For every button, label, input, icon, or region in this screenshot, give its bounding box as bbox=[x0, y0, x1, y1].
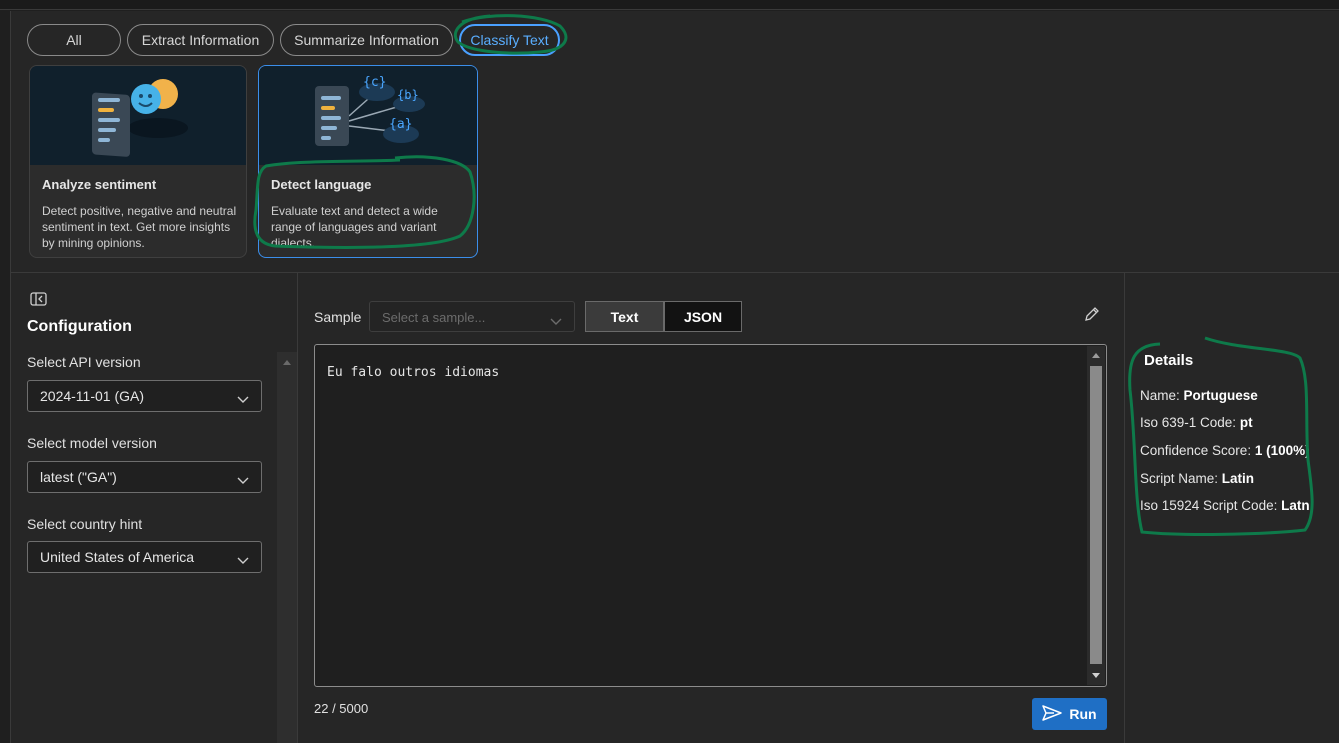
chevron-down-icon bbox=[237, 552, 249, 568]
char-count: 22 / 5000 bbox=[314, 701, 369, 716]
config-scrollbar[interactable] bbox=[277, 352, 297, 743]
tab-label: All bbox=[66, 32, 82, 48]
tab-label: Summarize Information bbox=[294, 32, 439, 48]
scroll-up-icon[interactable] bbox=[1091, 351, 1101, 359]
panel-collapse-icon[interactable] bbox=[30, 292, 47, 309]
tab-classify-text[interactable]: Classify Text bbox=[459, 24, 560, 56]
text-scrollbar[interactable] bbox=[1087, 346, 1105, 685]
tab-label: Classify Text bbox=[470, 32, 549, 48]
pencil-icon[interactable] bbox=[1083, 305, 1101, 326]
configuration-panel bbox=[10, 273, 298, 743]
svg-text:{b}: {b} bbox=[397, 88, 419, 102]
tab-label: Extract Information bbox=[141, 32, 260, 48]
scroll-down-icon[interactable] bbox=[1091, 672, 1101, 680]
detail-label: Iso 639-1 Code: bbox=[1140, 415, 1240, 430]
tab-all[interactable]: All bbox=[27, 24, 121, 56]
top-bar bbox=[0, 0, 1339, 10]
scroll-up-icon[interactable] bbox=[282, 358, 292, 366]
detail-value: pt bbox=[1239, 415, 1253, 430]
analyze-sentiment-illustration bbox=[30, 66, 246, 165]
run-label: Run bbox=[1069, 706, 1097, 722]
chevron-down-icon bbox=[237, 472, 249, 488]
model-version-value: latest ("GA") bbox=[40, 469, 117, 485]
card-description: Detect positive, negative and neutral se… bbox=[42, 204, 237, 250]
detail-name: Name: Portuguese bbox=[1140, 388, 1258, 403]
country-hint-label: Select country hint bbox=[27, 516, 143, 532]
detail-value: 1 (100%) bbox=[1254, 443, 1310, 458]
details-title: Details bbox=[1144, 352, 1194, 369]
api-version-label: Select API version bbox=[27, 354, 141, 370]
tab-extract-information[interactable]: Extract Information bbox=[127, 24, 274, 56]
detail-label: Script Name: bbox=[1140, 471, 1222, 486]
card-detect-language[interactable]: {c} {b} {a} Detect language Evaluate tex… bbox=[258, 65, 478, 258]
scrollbar-thumb[interactable] bbox=[1090, 366, 1102, 664]
detail-label: Iso 15924 Script Code: bbox=[1140, 498, 1282, 513]
chevron-down-icon bbox=[550, 313, 562, 329]
svg-text:{c}: {c} bbox=[363, 75, 386, 90]
country-hint-select[interactable]: United States of America bbox=[27, 541, 262, 573]
detail-confidence-score: Confidence Score: 1 (100%) bbox=[1140, 443, 1310, 458]
tab-summarize-information[interactable]: Summarize Information bbox=[280, 24, 453, 56]
model-version-select[interactable]: latest ("GA") bbox=[27, 461, 262, 493]
mode-json-label: JSON bbox=[683, 308, 723, 325]
detect-language-illustration: {c} {b} {a} bbox=[259, 66, 477, 165]
api-version-select[interactable]: 2024-11-01 (GA) bbox=[27, 380, 262, 412]
sample-label: Sample bbox=[314, 309, 362, 325]
card-title: Analyze sentiment bbox=[42, 177, 157, 192]
detail-value: Portuguese bbox=[1183, 388, 1258, 403]
text-input-area[interactable]: Eu falo outros idiomas bbox=[314, 344, 1107, 687]
detail-value: Latn bbox=[1281, 498, 1310, 513]
detail-value: Latin bbox=[1221, 471, 1255, 486]
mode-text-label: Text bbox=[610, 308, 639, 325]
configuration-title: Configuration bbox=[27, 318, 132, 335]
model-version-label: Select model version bbox=[27, 435, 157, 451]
detail-script-code: Iso 15924 Script Code: Latn bbox=[1140, 498, 1310, 513]
sample-select[interactable]: Select a sample... bbox=[369, 301, 575, 332]
country-hint-value: United States of America bbox=[40, 549, 195, 565]
mode-text-toggle[interactable]: Text bbox=[585, 301, 664, 332]
card-analyze-sentiment[interactable]: Analyze sentiment Detect positive, negat… bbox=[29, 65, 247, 258]
text-input-value: Eu falo outros idiomas bbox=[327, 365, 500, 380]
detail-label: Name: bbox=[1140, 388, 1184, 403]
detail-iso-639-code: Iso 639-1 Code: pt bbox=[1140, 415, 1253, 430]
card-description: Evaluate text and detect a wide range of… bbox=[271, 204, 438, 250]
svg-text:{a}: {a} bbox=[389, 117, 412, 132]
chevron-down-icon bbox=[237, 391, 249, 407]
run-button[interactable]: Run bbox=[1032, 698, 1107, 730]
detail-script-name: Script Name: Latin bbox=[1140, 471, 1254, 486]
send-icon bbox=[1042, 704, 1063, 724]
sample-placeholder: Select a sample... bbox=[382, 310, 486, 325]
card-title: Detect language bbox=[271, 177, 372, 192]
detail-label: Confidence Score: bbox=[1140, 443, 1255, 458]
mode-json-toggle[interactable]: JSON bbox=[664, 301, 742, 332]
api-version-value: 2024-11-01 (GA) bbox=[40, 388, 145, 404]
